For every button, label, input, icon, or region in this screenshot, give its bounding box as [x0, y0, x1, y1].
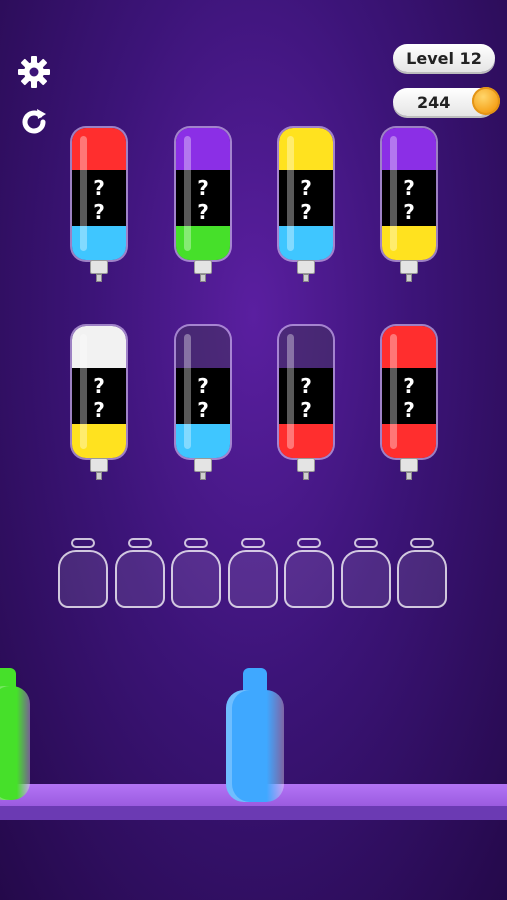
bottle-glass: ?? [380, 126, 438, 262]
jar-neck [297, 538, 321, 548]
level-label: Level 12 [406, 48, 482, 68]
glass-shine [80, 334, 87, 449]
settings-button[interactable] [14, 52, 54, 92]
empty-jar[interactable] [171, 538, 221, 608]
bottle-nozzle [96, 472, 102, 480]
bottle-nozzle [406, 472, 412, 480]
mystery-bottle[interactable]: ?? [174, 126, 232, 282]
gear-icon [18, 56, 50, 88]
bottle-nozzle [303, 274, 309, 282]
glass-shine [184, 136, 191, 251]
jar-neck [71, 538, 95, 548]
bottle-nozzle [406, 274, 412, 282]
coin-icon [472, 87, 500, 115]
bottle-nozzle [303, 472, 309, 480]
coin-count: 244 [417, 92, 451, 112]
mystery-bottle[interactable]: ?? [70, 126, 128, 282]
bottle-body [226, 690, 284, 802]
bottle-cap [90, 260, 108, 274]
bottle-cap [297, 458, 315, 472]
glass-shine [390, 334, 397, 449]
restart-icon [22, 109, 46, 134]
bottle-glass: ?? [174, 126, 232, 262]
glass-shine [390, 136, 397, 251]
jar-neck [353, 538, 378, 548]
glass-shine [287, 334, 294, 449]
mystery-bottle[interactable]: ?? [174, 324, 232, 480]
filled-bottle-blue[interactable] [226, 668, 284, 802]
bottle-cap [194, 260, 212, 274]
bottle-body [0, 686, 30, 800]
restart-button[interactable] [14, 102, 54, 142]
empty-jar[interactable] [397, 538, 447, 608]
empty-jar[interactable] [284, 538, 334, 608]
jar-neck [240, 538, 265, 548]
jar-body [397, 550, 447, 608]
shelf-front [0, 806, 507, 820]
bottle-glass: ?? [380, 324, 438, 460]
bottle-cap [400, 260, 418, 274]
bottle-glass: ?? [277, 126, 335, 262]
bottle-glass: ?? [277, 324, 335, 460]
glass-shine [287, 136, 294, 251]
empty-jar[interactable] [340, 538, 391, 608]
empty-jar[interactable] [227, 538, 278, 608]
empty-jar[interactable] [114, 538, 165, 608]
glass-shine [184, 334, 191, 449]
bottle-cap [400, 458, 418, 472]
empty-jar[interactable] [58, 538, 108, 608]
mystery-bottle[interactable]: ?? [380, 126, 438, 282]
jar-body [171, 550, 221, 608]
jar-body [114, 550, 165, 608]
bottle-glass: ?? [174, 324, 232, 460]
mystery-bottle[interactable]: ?? [277, 324, 335, 480]
jar-neck [127, 538, 152, 548]
jar-body [284, 550, 334, 608]
bottle-glass: ?? [70, 324, 128, 460]
bottle-glass: ?? [70, 126, 128, 262]
bottle-nozzle [96, 274, 102, 282]
bottle-cap [297, 260, 315, 274]
jar-neck [184, 538, 208, 548]
filled-bottle-green[interactable] [0, 668, 30, 800]
jar-body [340, 550, 391, 608]
bottle-nozzle [200, 472, 206, 480]
glass-shine [80, 136, 87, 251]
mystery-bottle[interactable]: ?? [70, 324, 128, 480]
bottle-cap [194, 458, 212, 472]
bottle-nozzle [200, 274, 206, 282]
bottle-cap [90, 458, 108, 472]
jar-neck [410, 538, 434, 548]
jar-body [58, 550, 108, 608]
mystery-bottle[interactable]: ?? [380, 324, 438, 480]
level-indicator: Level 12 [393, 44, 495, 72]
jar-body [227, 550, 278, 608]
mystery-bottle[interactable]: ?? [277, 126, 335, 282]
